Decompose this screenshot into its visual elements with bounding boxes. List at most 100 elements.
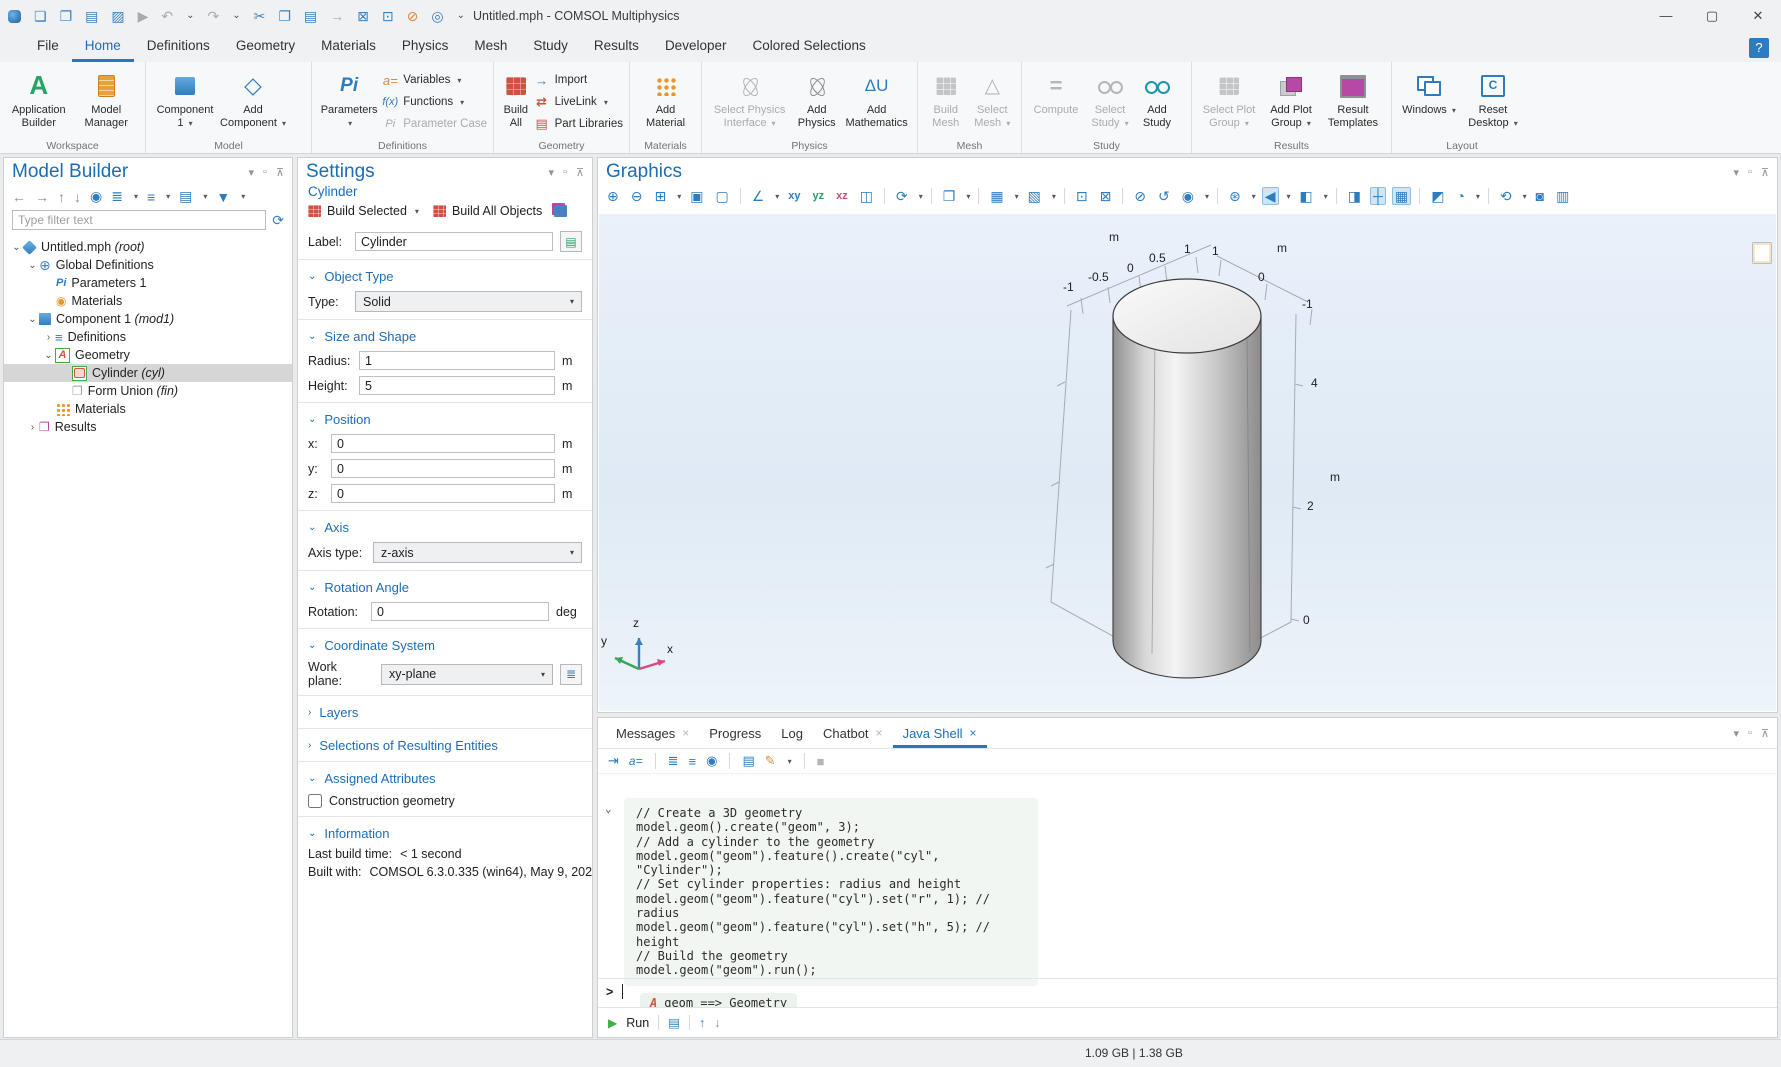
add-material-button[interactable]: Add Material — [636, 67, 695, 130]
menu-colored-selections[interactable]: Colored Selections — [739, 32, 878, 62]
label-options-button[interactable]: ▤ — [560, 231, 582, 252]
menu-physics[interactable]: Physics — [389, 32, 462, 62]
tab-log[interactable]: Log — [771, 718, 813, 748]
run-icon[interactable]: ▶ — [608, 1016, 617, 1030]
expander-icon[interactable]: ⌄ — [26, 314, 39, 325]
section-object-type[interactable]: Object Type — [324, 269, 393, 284]
pin-panel-icon[interactable]: ⊼ — [1761, 727, 1769, 740]
clear-selection-icon[interactable]: ⊘ — [407, 9, 419, 23]
view-xz-icon[interactable]: xz — [833, 189, 851, 204]
section-information[interactable]: Information — [324, 826, 389, 841]
build-selected-button[interactable]: Build Selected — [327, 204, 407, 218]
expand-entries-icon[interactable]: ≣ — [668, 753, 679, 769]
model-manager-button[interactable]: Model Manager — [74, 67, 140, 130]
tree-item-form-union[interactable]: ❐ Form Union (fin) — [4, 382, 292, 400]
transparency-icon[interactable]: ◧ — [1297, 187, 1316, 205]
add-study-button[interactable]: Add Study — [1136, 67, 1178, 130]
reset-desktop-button[interactable]: C Reset Desktop ▾ — [1462, 67, 1524, 130]
zoom-selected-icon[interactable]: ▢ — [712, 187, 731, 205]
tab-java-shell[interactable]: Java Shell× — [893, 718, 987, 748]
java-shell-body[interactable]: ⌄ // Create a 3D geometry model.geom().c… — [598, 778, 1777, 1008]
wireframe-icon[interactable]: ⊛ — [1226, 187, 1244, 205]
component-1-button[interactable]: Component 1 ▾ — [152, 67, 218, 130]
section-axis[interactable]: Axis — [324, 520, 349, 535]
help-button[interactable]: ? — [1749, 38, 1769, 58]
open-icon[interactable]: ❐ — [60, 9, 73, 23]
z-input[interactable] — [331, 484, 555, 503]
save-icon[interactable]: ▤ — [85, 9, 98, 23]
collapse-entries-icon[interactable]: ≡ — [689, 754, 697, 769]
forward-icon[interactable]: → — [35, 189, 49, 205]
import-button[interactable]: → Import — [534, 71, 623, 89]
environment-icon[interactable]: ◨ — [1345, 187, 1364, 205]
pin-panel-icon[interactable]: ⊼ — [576, 166, 584, 179]
scene-appearance-icon[interactable]: ❐ — [940, 187, 959, 205]
print-icon[interactable]: ▥ — [1553, 187, 1572, 205]
select-box-icon[interactable]: ⊡ — [382, 9, 394, 23]
rotation-input[interactable] — [371, 602, 549, 621]
construction-geometry-checkbox[interactable] — [308, 794, 322, 808]
minimize-button[interactable]: — — [1643, 0, 1689, 32]
close-button[interactable]: ✕ — [1735, 0, 1781, 32]
float-panel-icon[interactable]: ▫ — [263, 166, 267, 178]
show-grid-icon[interactable]: ▦ — [1392, 187, 1411, 205]
graphics-canvas[interactable]: m -1 -0.5 0 0.5 1 1 m 0 -1 4 m 2 0 z y x — [599, 214, 1776, 711]
docked-window-handle[interactable] — [1752, 242, 1772, 264]
work-plane-select[interactable]: xy-plane▾ — [381, 664, 553, 685]
pin-panel-icon[interactable]: ⊼ — [276, 166, 284, 179]
expander-icon[interactable]: ⌄ — [42, 350, 55, 361]
refresh-icon[interactable]: ⟳ — [272, 212, 284, 229]
section-size-shape[interactable]: Size and Shape — [324, 329, 416, 344]
java-code-block[interactable]: // Create a 3D geometry model.geom().cre… — [624, 798, 1038, 986]
reset-hiding-icon[interactable]: ↺ — [1155, 187, 1173, 205]
close-icon[interactable]: × — [970, 726, 977, 740]
find-icon[interactable]: ◎ — [431, 9, 443, 23]
view-hidden-icon[interactable]: ◉ — [1179, 187, 1197, 205]
section-selections[interactable]: Selections of Resulting Entities — [319, 738, 497, 753]
label-input[interactable] — [355, 232, 553, 251]
shell-prompt-row[interactable]: > — [598, 978, 1777, 1003]
section-assigned-attributes[interactable]: Assigned Attributes — [324, 771, 435, 786]
undo-icon[interactable]: ↶ — [161, 9, 173, 23]
float-panel-icon[interactable]: ▫ — [1748, 166, 1752, 178]
add-mathematics-button[interactable]: ΔU Add Mathematics — [842, 67, 911, 130]
move-up-icon[interactable]: ↑ — [58, 189, 65, 205]
section-rotation-angle[interactable]: Rotation Angle — [324, 580, 409, 595]
tree-item-global-definitions[interactable]: ⌄ ⊕ Global Definitions — [4, 256, 292, 274]
redo-caret-icon[interactable]: ⌄ — [232, 11, 240, 21]
tree-item-parameters[interactable]: Pi Parameters 1 — [4, 274, 292, 292]
menu-developer[interactable]: Developer — [652, 32, 740, 62]
history-down-icon[interactable]: ↓ — [714, 1016, 720, 1030]
menu-definitions[interactable]: Definitions — [134, 32, 223, 62]
add-component-button[interactable]: ◇ Add Component ▾ — [220, 67, 286, 130]
hide-selected-icon[interactable]: ⊘ — [1131, 187, 1149, 205]
snapshot-icon[interactable]: ◙ — [1533, 187, 1547, 205]
expand-all-icon[interactable]: ≣ — [111, 188, 123, 205]
tree-item-geometry[interactable]: ⌄ A Geometry — [4, 346, 292, 364]
image-icon[interactable]: ▦ — [987, 187, 1006, 205]
zoom-extents-icon[interactable]: ▣ — [687, 187, 706, 205]
camera-projection-icon[interactable]: ◫ — [857, 187, 876, 205]
build-all-button[interactable]: Build All — [500, 67, 532, 130]
x-input[interactable] — [331, 434, 555, 453]
expander-icon[interactable]: ⌄ — [26, 260, 39, 271]
panel-menu-icon[interactable]: ▾ — [249, 166, 255, 179]
zoom-box-icon[interactable]: ⊞ — [651, 187, 669, 205]
menu-results[interactable]: Results — [581, 32, 652, 62]
menu-geometry[interactable]: Geometry — [223, 32, 308, 62]
history-up-icon[interactable]: ↑ — [699, 1016, 705, 1030]
tree-item-root[interactable]: ⌄ Untitled.mph (root) — [4, 238, 292, 256]
delete-icon[interactable]: ⊠ — [357, 9, 369, 23]
tree-item-component-1[interactable]: ⌄ Component 1 (mod1) — [4, 310, 292, 328]
variables-button[interactable]: a= Variables▾ — [382, 71, 487, 89]
clear-shell-icon[interactable]: ✎ — [765, 753, 776, 769]
show-axes-icon[interactable]: ┼ — [1370, 187, 1386, 205]
part-libraries-button[interactable]: ▤ Part Libraries — [534, 115, 623, 133]
run-button[interactable]: Run — [626, 1016, 649, 1030]
build-all-objects-button[interactable]: Build All Objects — [452, 204, 542, 218]
move-down-icon[interactable]: ↓ — [74, 189, 81, 205]
tree-item-global-materials[interactable]: ◉ Materials — [4, 292, 292, 310]
animation-icon[interactable]: ▧ — [1025, 187, 1044, 205]
paste-icon[interactable]: ▤ — [304, 9, 317, 23]
work-plane-list-button[interactable]: ≣ — [560, 664, 582, 685]
